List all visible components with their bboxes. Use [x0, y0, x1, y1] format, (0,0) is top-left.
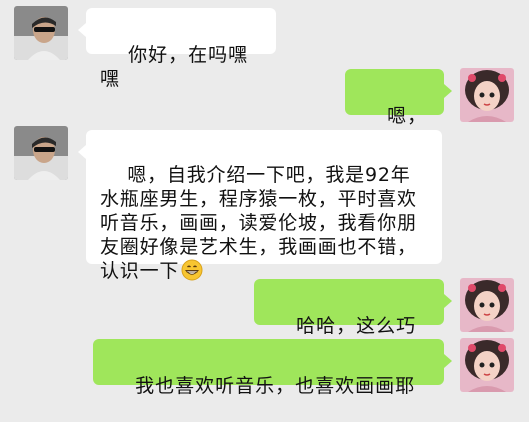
self-avatar[interactable] — [460, 338, 514, 392]
message-bubble[interactable]: 你好，在吗嘿嘿 — [78, 8, 276, 90]
message-bubble[interactable]: 嗯，自我介绍一下吧，我是92年水瓶座男生，程序猿一枚，平时喜欢听音乐，画画，读爱… — [78, 130, 442, 282]
message-text: 你好，在吗嘿嘿 — [100, 44, 249, 90]
sender-avatar[interactable] — [14, 6, 68, 60]
message-bubble[interactable]: 我也喜欢听音乐，也喜欢画画耶 — [93, 339, 452, 397]
message-text: 嗯，自我介绍一下吧，我是92年水瓶座男生，程序猿一枚，平时喜欢听音乐，画画，读爱… — [100, 164, 417, 282]
message-text: 我也喜欢听音乐，也喜欢画画耶 — [135, 375, 416, 397]
self-avatar[interactable] — [460, 68, 514, 122]
grinning-face-icon — [181, 259, 203, 281]
sender-avatar[interactable] — [14, 126, 68, 180]
message-bubble[interactable]: 嗯，在 — [345, 69, 452, 151]
message-bubble[interactable]: 哈哈，这么巧嘛 — [254, 279, 452, 361]
self-avatar[interactable] — [460, 278, 514, 332]
